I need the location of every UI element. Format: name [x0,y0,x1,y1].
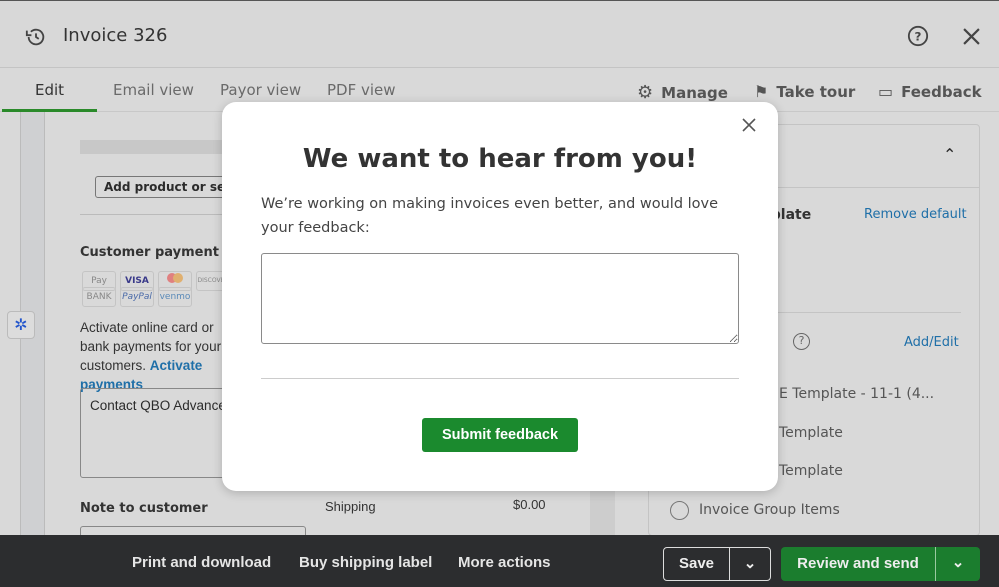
remove-default-link[interactable]: Remove default [864,207,967,222]
tab-edit[interactable]: Edit [35,81,64,99]
take-tour-label: Take tour [776,82,856,101]
template-option[interactable]: Template [779,425,843,441]
review-send-button[interactable]: Review and send [781,547,936,581]
more-actions-button[interactable]: More actions [458,554,551,571]
shipping-label: Shipping [325,499,376,514]
buy-shipping-label-button[interactable]: Buy shipping label [299,554,432,571]
add-edit-link[interactable]: Add/Edit [904,335,959,350]
dialog-title: We want to hear from you! [302,144,698,174]
shipping-value: $0.00 [513,497,546,512]
tab-email-view[interactable]: Email view [113,81,194,99]
svg-text:?: ? [915,30,922,44]
paypal-card: PayPal [120,287,154,307]
history-icon[interactable] [25,26,47,48]
close-icon[interactable] [963,28,980,45]
close-icon[interactable] [742,118,756,132]
take-tour-button[interactable]: ⚑ Take tour [754,82,855,101]
feedback-dialog: We want to hear from you! We’re working … [222,102,778,491]
activate-text: Activate online card or bank payments fo… [80,318,230,394]
divider [261,378,739,379]
chevron-down-icon[interactable]: ⌄ [730,548,770,580]
venmo-card: venmo [158,287,192,307]
template-option[interactable]: E Template - 11-1 (4... [779,386,934,402]
dialog-description: We’re working on making invoices even be… [261,196,719,236]
assistant-icon[interactable]: ✲ [7,311,35,339]
manage-label: Manage [661,83,728,102]
tab-pdf-view[interactable]: PDF view [327,81,396,99]
chevron-up-icon[interactable]: ⌃ [943,145,956,164]
review-send-split-button: Review and send ⌄ [781,547,980,581]
chevron-down-icon[interactable]: ⌄ [936,547,980,581]
feedback-label: Feedback [901,82,982,101]
note-label: Note to customer [80,501,208,516]
gear-icon: ⚙ [637,82,654,103]
print-download-button[interactable]: Print and download [132,554,271,571]
save-split-button: Save ⌄ [663,547,771,581]
bank-card: BANK [82,287,116,307]
submit-feedback-button[interactable]: Submit feedback [422,418,578,452]
radio-button[interactable] [670,501,689,520]
template-option[interactable]: Template [779,463,843,479]
header-bar: Invoice 326 ? [0,0,999,68]
page-title: Invoice 326 [63,25,168,46]
feedback-button[interactable]: ▭ Feedback [878,82,982,101]
save-button[interactable]: Save [664,548,730,580]
chat-icon: ▭ [878,82,894,101]
help-icon[interactable]: ? [793,333,810,350]
signpost-icon: ⚑ [754,82,769,101]
help-icon[interactable]: ? [907,25,929,47]
feedback-textarea[interactable] [261,253,739,344]
tab-payor-view[interactable]: Payor view [220,81,301,99]
manage-button[interactable]: ⚙ Manage [637,82,728,103]
template-option[interactable]: Invoice Group Items [699,502,840,518]
add-product-button[interactable]: Add product or service [95,176,235,198]
